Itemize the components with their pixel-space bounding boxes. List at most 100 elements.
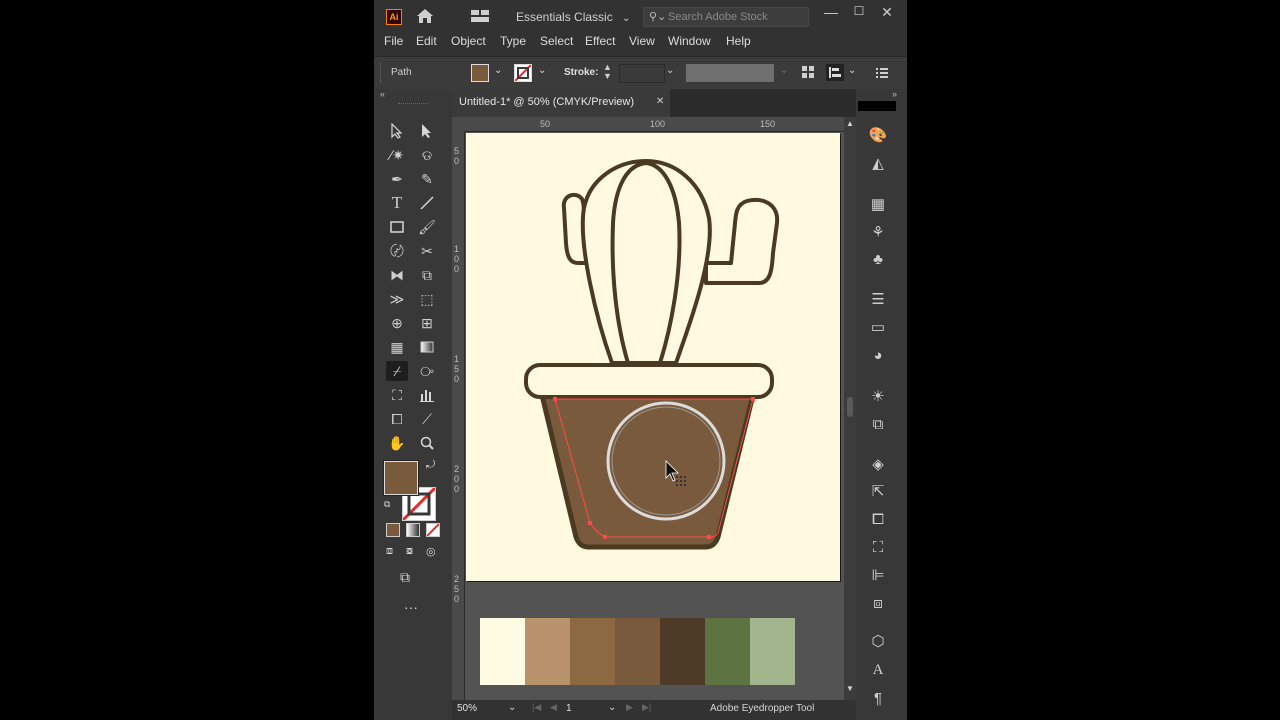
close-window-button[interactable]: ✕ xyxy=(876,4,898,21)
paragraph-icon[interactable]: ¶ xyxy=(866,688,890,708)
none-mode-button[interactable] xyxy=(426,523,440,537)
search-adobe-stock-input[interactable]: ⚲⌄ Search Adobe Stock xyxy=(643,7,809,27)
workspace-switcher[interactable]: Essentials Classic ⌄ xyxy=(516,10,630,24)
hand-tool-icon[interactable]: ✋ xyxy=(386,433,408,453)
magic-wand-tool-icon[interactable]: ⁄✷ xyxy=(386,145,408,165)
pen-tool-icon[interactable]: ✒ xyxy=(386,169,408,189)
pathfinder-icon[interactable]: ⧈ xyxy=(866,593,890,613)
zoom-tool-icon[interactable] xyxy=(416,433,438,453)
document-tab[interactable]: Untitled-1* @ 50% (CMYK/Preview) ✕ xyxy=(452,89,670,117)
variable-width-profile[interactable] xyxy=(686,64,774,82)
draw-behind-icon[interactable]: ⧇ xyxy=(406,545,413,558)
artboard[interactable] xyxy=(466,133,840,581)
expand-panels-icon[interactable]: » xyxy=(892,89,897,99)
scroll-down-arrow[interactable]: ▼ xyxy=(846,684,854,693)
align-icon[interactable]: ⊫ xyxy=(866,565,890,585)
scissors-tool-icon[interactable]: ✂ xyxy=(416,241,438,261)
transparency-icon[interactable]: ◕ xyxy=(866,345,890,365)
column-graph-tool-icon[interactable] xyxy=(416,385,438,405)
lasso-tool-icon[interactable]: ଡ xyxy=(416,145,438,165)
stroke-weight-stepper[interactable]: ▲ ▼ xyxy=(603,63,612,81)
perspective-grid-tool-icon[interactable]: ⊞ xyxy=(416,313,438,333)
chevron-down-icon[interactable]: ⌄ xyxy=(848,65,856,76)
palette-swatch[interactable] xyxy=(750,618,795,685)
swap-fill-stroke-icon[interactable]: ⤾ xyxy=(426,459,435,472)
menu-file[interactable]: File xyxy=(384,34,403,48)
gradient-mode-button[interactable] xyxy=(406,523,420,537)
type-tool-icon[interactable]: T xyxy=(386,193,408,213)
minimize-button[interactable]: — xyxy=(820,4,842,20)
fill-swatch-large[interactable] xyxy=(384,461,418,495)
brushes-icon[interactable]: ⚘ xyxy=(866,222,890,242)
palette-swatch[interactable] xyxy=(660,618,705,685)
align-options-icon[interactable] xyxy=(826,64,844,81)
canvas-area[interactable]: 50 100 150 5 0 1 0 0 1 5 0 2 0 0 2 5 0 ▲… xyxy=(452,117,856,700)
shaper-tool-icon[interactable]: 〄 xyxy=(386,241,408,261)
selection-tool-icon[interactable] xyxy=(386,121,408,141)
palette-swatch[interactable] xyxy=(525,618,570,685)
line-tool-icon[interactable] xyxy=(416,193,438,213)
curvature-tool-icon[interactable]: ✎ xyxy=(416,169,438,189)
mesh-tool-icon[interactable]: ▦ xyxy=(386,337,408,357)
scroll-thumb[interactable] xyxy=(847,397,853,417)
draw-inside-icon[interactable]: ◎ xyxy=(426,545,436,558)
symbol-sprayer-tool-icon[interactable]: ⛶ xyxy=(386,385,408,405)
scroll-up-arrow[interactable]: ▲ xyxy=(846,119,854,128)
layers-icon[interactable]: ◈ xyxy=(866,454,890,474)
menu-type[interactable]: Type xyxy=(500,34,526,48)
edit-toolbar-icon[interactable]: ··· xyxy=(404,599,418,615)
appearance-icon[interactable]: ☀ xyxy=(866,386,890,406)
3d-object-icon[interactable]: ⬡ xyxy=(866,631,890,651)
menu-edit[interactable]: Edit xyxy=(416,34,437,48)
swatches-icon[interactable]: ▦ xyxy=(866,194,890,214)
palette-swatch[interactable] xyxy=(480,618,525,685)
stroke-color-swatch[interactable] xyxy=(514,64,532,82)
zoom-level-select[interactable]: 50% ⌄ xyxy=(452,702,522,718)
vertical-ruler[interactable]: 5 0 1 0 0 1 5 0 2 0 0 2 5 0 xyxy=(452,131,465,700)
palette-swatch[interactable] xyxy=(615,618,660,685)
menu-window[interactable]: Window xyxy=(668,34,711,48)
color-icon[interactable]: 🎨 xyxy=(866,125,890,145)
menu-view[interactable]: View xyxy=(629,34,655,48)
artboards-icon[interactable]: ⧠ xyxy=(866,509,890,529)
horizontal-ruler[interactable]: 50 100 150 xyxy=(452,117,844,132)
shape-builder-tool-icon[interactable]: ⊕ xyxy=(386,313,408,333)
export-icon[interactable]: ⇱ xyxy=(866,481,890,501)
chevron-down-icon[interactable]: ⌄ xyxy=(494,65,502,76)
close-tab-button[interactable]: ✕ xyxy=(656,96,664,107)
collapse-panel-icon[interactable]: « xyxy=(380,89,385,99)
draw-normal-icon[interactable]: ⧈ xyxy=(386,545,393,558)
menu-select[interactable]: Select xyxy=(540,34,573,48)
stroke-weight-input[interactable] xyxy=(619,64,665,83)
direct-selection-tool-icon[interactable] xyxy=(416,121,438,141)
panel-menu-icon[interactable] xyxy=(876,67,888,81)
stroke-panel-icon[interactable]: ☰ xyxy=(866,289,890,309)
change-screen-mode-icon[interactable]: ⧉ xyxy=(400,569,410,586)
graphic-styles-icon[interactable]: ⧉ xyxy=(866,414,890,434)
symbols-icon[interactable]: ♣ xyxy=(866,249,890,269)
free-transform-tool-icon[interactable]: ⬚ xyxy=(416,289,438,309)
width-tool-icon[interactable]: ≫ xyxy=(386,289,408,309)
palette-swatch[interactable] xyxy=(705,618,750,685)
rotate-tool-icon[interactable]: ⧓ xyxy=(386,265,408,285)
align-grid-icon[interactable] xyxy=(802,66,814,81)
gradient-panel-icon[interactable]: ▭ xyxy=(866,317,890,337)
color-guide-icon[interactable]: ◭ xyxy=(866,153,890,173)
color-mode-button[interactable] xyxy=(386,523,400,537)
menu-effect[interactable]: Effect xyxy=(585,34,615,48)
blend-tool-icon[interactable]: ⧂ xyxy=(416,361,438,381)
eyedropper-tool-icon[interactable]: ⌿ xyxy=(386,361,408,381)
gradient-tool-icon[interactable] xyxy=(416,337,438,357)
vertical-scrollbar[interactable]: ▲ ▼ xyxy=(844,117,856,700)
chevron-down-icon[interactable]: ⌄ xyxy=(666,65,674,76)
artboard-tool-icon[interactable]: ⧠ xyxy=(386,409,408,429)
rectangle-tool-icon[interactable] xyxy=(386,217,408,237)
character-icon[interactable]: A xyxy=(866,660,890,680)
chevron-down-icon[interactable]: ⌄ xyxy=(538,65,546,76)
menu-help[interactable]: Help xyxy=(726,34,751,48)
arrange-documents-icon[interactable] xyxy=(471,10,489,22)
paintbrush-tool-icon[interactable]: 🖌 xyxy=(416,217,438,237)
palette-swatch[interactable] xyxy=(570,618,615,685)
menu-object[interactable]: Object xyxy=(451,34,486,48)
scale-tool-icon[interactable]: ⧉ xyxy=(416,265,438,285)
